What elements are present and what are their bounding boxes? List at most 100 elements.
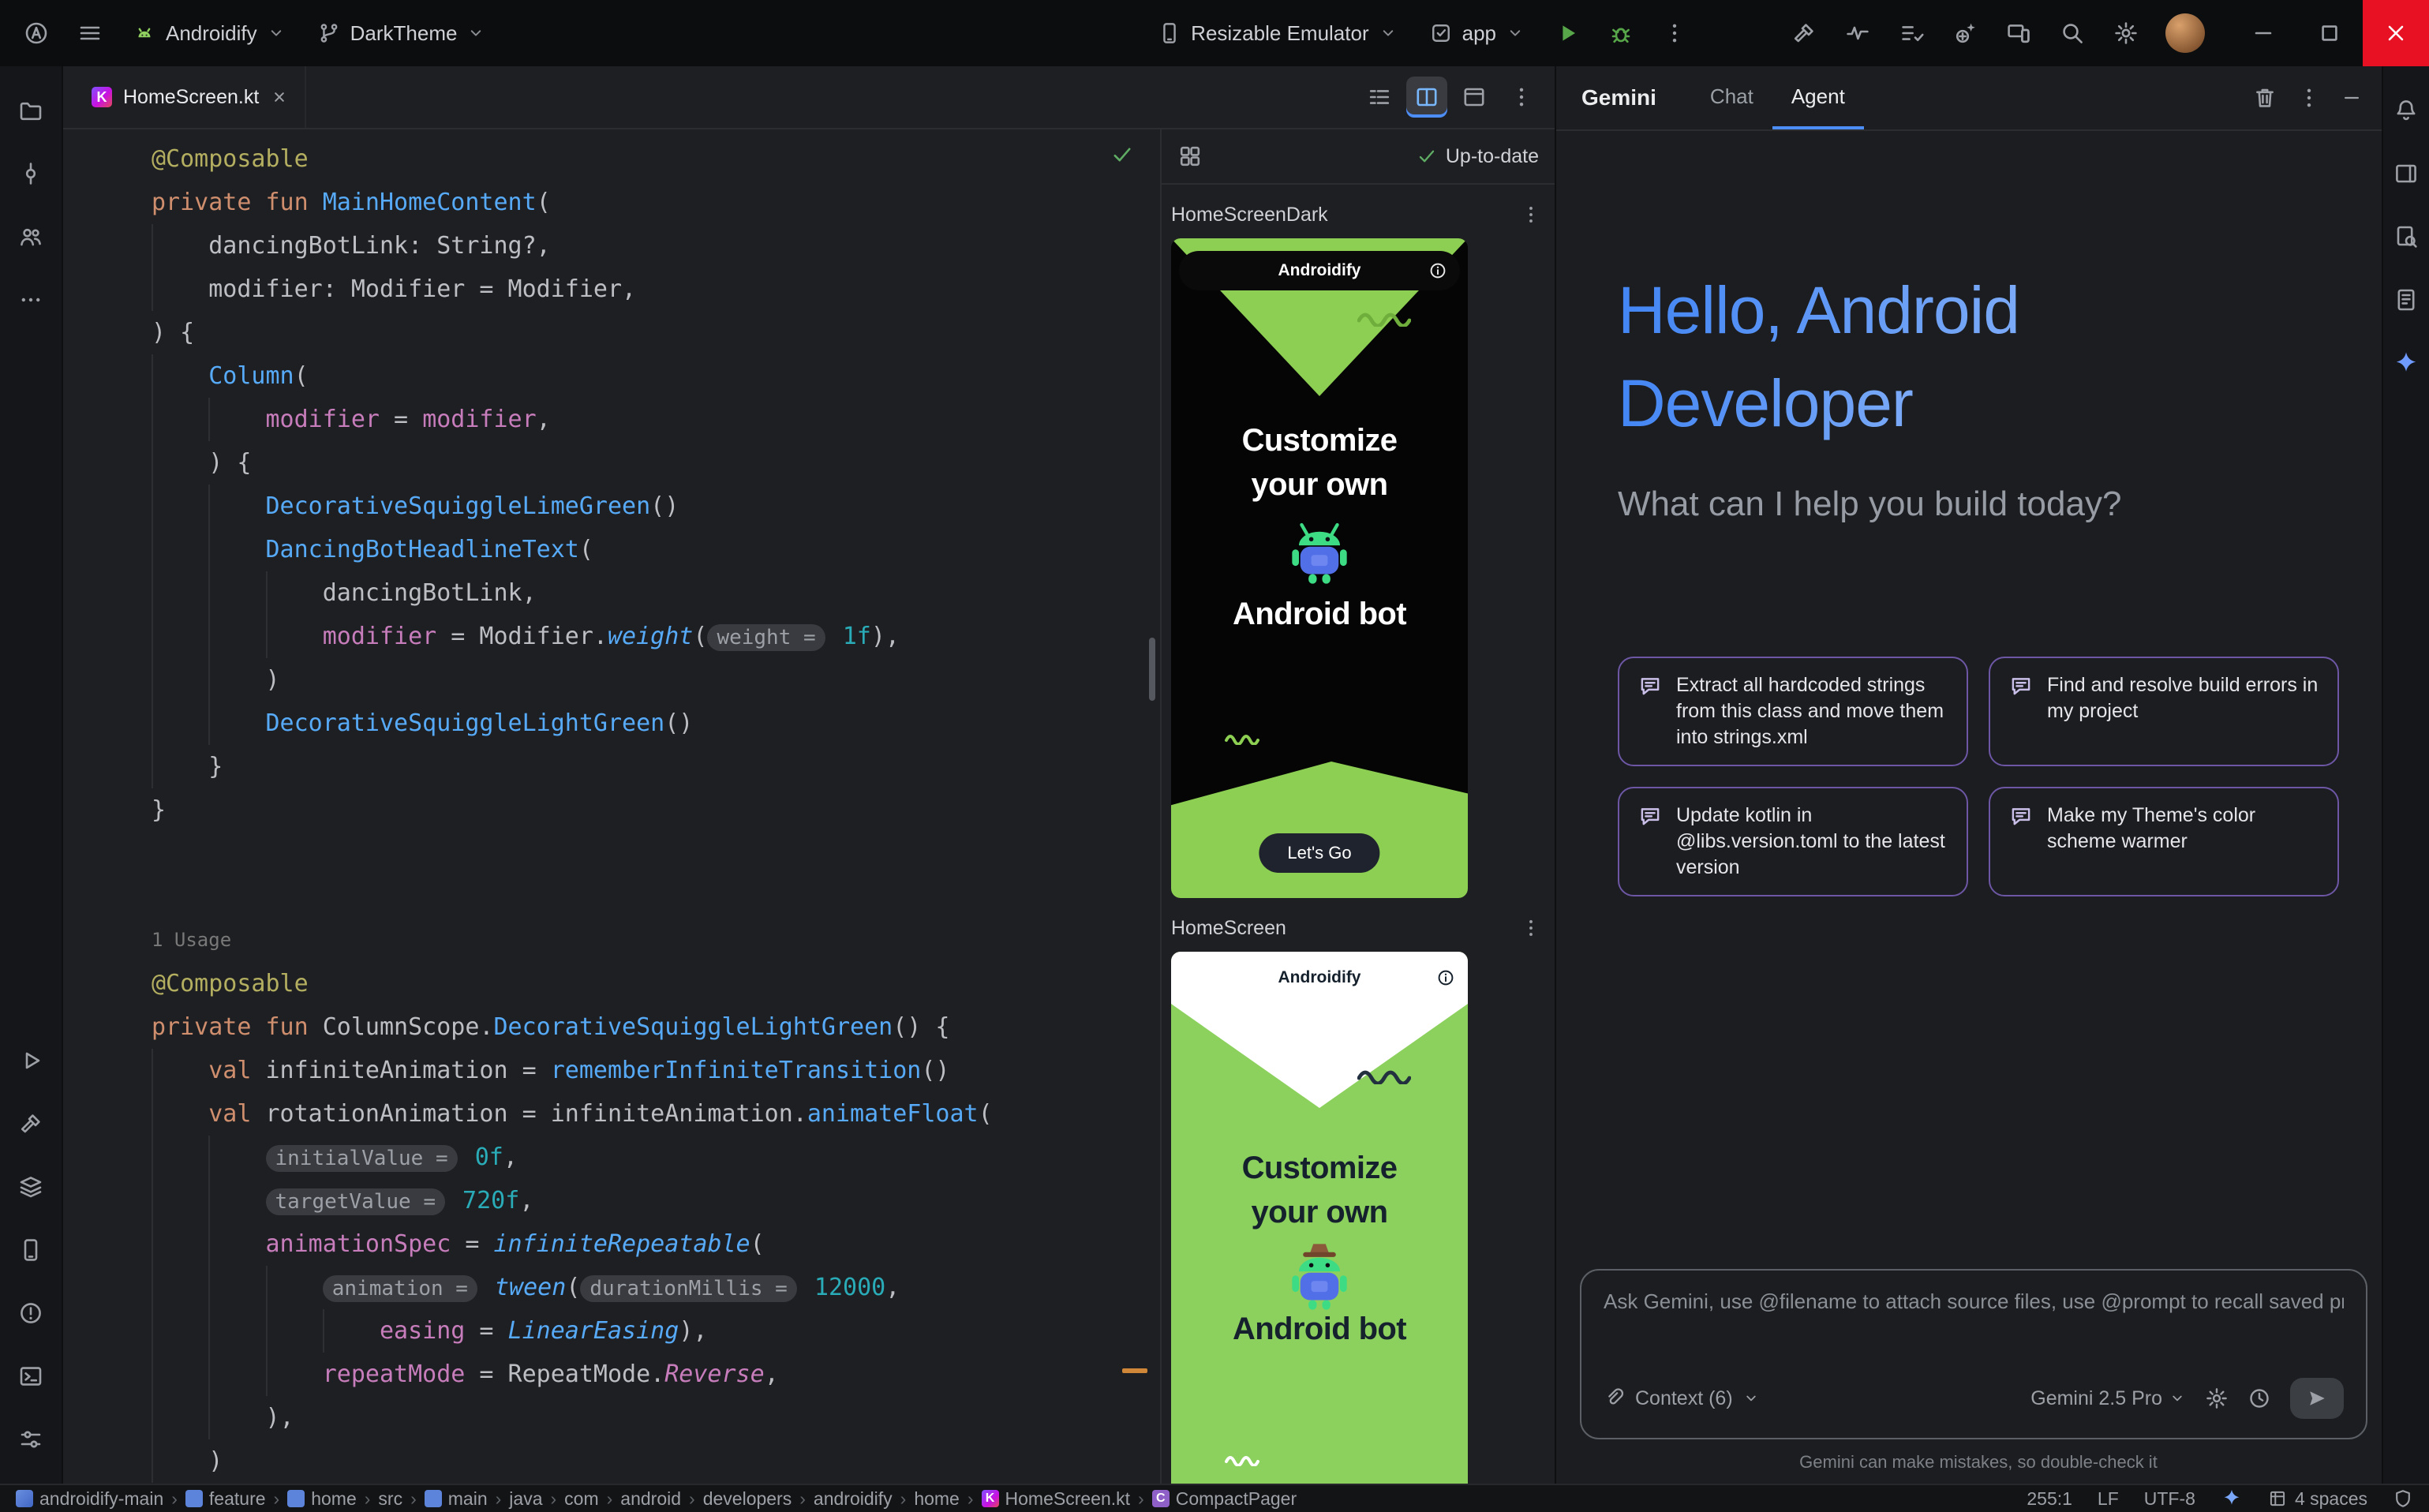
breadcrumb-item[interactable]: home — [914, 1488, 960, 1510]
code-editor[interactable]: @Composableprivate fun MainHomeContent( … — [63, 129, 1160, 1484]
todo-tasks-icon[interactable] — [1888, 9, 1935, 57]
split-view-icon[interactable] — [1406, 77, 1447, 118]
code-line[interactable]: animationSpec = infiniteRepeatable( — [152, 1222, 1160, 1266]
close-tab-icon[interactable] — [270, 88, 289, 107]
suggestion-card[interactable]: Extract all hardcoded strings from this … — [1618, 657, 1968, 766]
code-line[interactable]: animation = tween(durationMillis = 12000… — [152, 1266, 1160, 1309]
breadcrumb-item[interactable]: HomeScreen.kt — [982, 1488, 1131, 1510]
preview-gallery-icon[interactable] — [1177, 144, 1203, 169]
search-icon[interactable] — [2049, 9, 2096, 57]
preview-homescreen[interactable]: Androidify Customize your own — [1171, 952, 1468, 1484]
suggestion-card[interactable]: Find and resolve build errors in my proj… — [1989, 657, 2339, 766]
clear-chat-icon[interactable] — [2252, 85, 2277, 110]
run-configuration-selector[interactable]: app — [1417, 15, 1537, 52]
layout-inspector-icon[interactable] — [2384, 152, 2428, 196]
breadcrumb-item[interactable]: android — [620, 1488, 681, 1510]
preview-more-icon[interactable] — [1520, 917, 1542, 939]
terminal-icon[interactable] — [9, 1354, 53, 1398]
suggestion-card[interactable]: Make my Theme's color scheme warmer — [1989, 787, 2339, 896]
hide-panel-icon[interactable] — [2341, 87, 2363, 109]
notifications-bell-icon[interactable] — [2384, 88, 2428, 133]
code-line[interactable]: Column( — [152, 354, 1160, 398]
code-line[interactable]: modifier = Modifier.weight(weight = 1f), — [152, 615, 1160, 658]
resource-manager-icon[interactable] — [2384, 215, 2428, 259]
build-variants-icon[interactable] — [9, 1165, 53, 1209]
breadcrumb-item[interactable]: androidify-main — [16, 1488, 163, 1510]
prompt-settings-icon[interactable] — [2205, 1387, 2229, 1410]
context-chip[interactable]: Context (6) — [1604, 1387, 1760, 1410]
code-line[interactable]: DecorativeSquiggleLightGreen() — [152, 702, 1160, 745]
code-line[interactable]: 1 Usage — [152, 919, 1160, 962]
lets-go-button[interactable]: Let's Go — [1259, 833, 1379, 873]
line-ending[interactable]: LF — [2098, 1488, 2119, 1510]
code-line[interactable]: repeatMode = RepeatMode.Reverse, — [152, 1353, 1160, 1396]
collaborators-icon[interactable] — [9, 215, 53, 259]
window-close-button[interactable] — [2363, 0, 2429, 66]
breadcrumb-item[interactable]: com — [564, 1488, 598, 1510]
code-line[interactable]: DancingBotHeadlineText( — [152, 528, 1160, 571]
code-line[interactable]: @Composable — [152, 962, 1160, 1005]
user-avatar[interactable] — [2165, 13, 2205, 53]
settings-gear-icon[interactable] — [2102, 9, 2150, 57]
editor-scrollbar[interactable] — [1149, 638, 1155, 701]
file-encoding[interactable]: UTF-8 — [2144, 1488, 2195, 1510]
vcs-branch-selector[interactable]: DarkTheme — [305, 15, 499, 52]
preview-list[interactable]: HomeScreenDark Androidify — [1162, 185, 1555, 1484]
device-mirroring-icon[interactable] — [1995, 9, 2042, 57]
build-icon[interactable] — [1780, 9, 1828, 57]
code-line[interactable]: val infiniteAnimation = rememberInfinite… — [152, 1049, 1160, 1092]
run-tool-icon[interactable] — [9, 1039, 53, 1083]
window-minimize-button[interactable] — [2230, 0, 2296, 66]
indent-setting[interactable]: 4 spaces — [2268, 1488, 2367, 1510]
model-selector[interactable]: Gemini 2.5 Pro — [2030, 1387, 2186, 1410]
history-clock-icon[interactable] — [2247, 1387, 2271, 1410]
profiler-icon[interactable] — [1834, 9, 1881, 57]
problems-icon[interactable] — [9, 1291, 53, 1335]
app-insights-icon[interactable] — [2384, 278, 2428, 322]
project-folder-icon[interactable] — [9, 88, 53, 133]
more-actions-icon[interactable] — [1651, 9, 1698, 57]
design-view-icon[interactable] — [1454, 77, 1495, 118]
shield-icon[interactable] — [2393, 1488, 2413, 1509]
breadcrumb-item[interactable]: androidify — [814, 1488, 893, 1510]
code-line[interactable]: dancingBotLink, — [152, 571, 1160, 615]
code-line[interactable]: initialValue = 0f, — [152, 1136, 1160, 1179]
gemini-more-icon[interactable] — [2296, 85, 2322, 110]
code-line[interactable]: ) — [152, 658, 1160, 702]
gemini-prompt-input[interactable]: Ask Gemini, use @filename to attach sour… — [1580, 1269, 2367, 1439]
breadcrumb-item[interactable]: main — [425, 1488, 488, 1510]
code-line[interactable]: } — [152, 745, 1160, 788]
code-line[interactable]: dancingBotLink: String?, — [152, 224, 1160, 268]
code-line[interactable]: } — [152, 788, 1160, 832]
editor-tab-homescreen[interactable]: HomeScreen.kt — [76, 66, 306, 128]
code-line[interactable] — [152, 875, 1160, 919]
gemini-tab-chat[interactable]: Chat — [1691, 66, 1772, 129]
vcs-tool-icon[interactable] — [9, 1417, 53, 1461]
send-button[interactable] — [2290, 1378, 2344, 1419]
code-line[interactable]: ) { — [152, 441, 1160, 485]
debug-bug-icon[interactable] — [1597, 9, 1645, 57]
breadcrumb-item[interactable]: feature — [185, 1488, 266, 1510]
code-line[interactable]: ), — [152, 1396, 1160, 1439]
ai-spark-icon[interactable] — [2221, 1488, 2243, 1510]
code-line[interactable]: modifier = modifier, — [152, 398, 1160, 441]
preview-homescreendark[interactable]: Androidify Customize your own — [1171, 238, 1468, 898]
ai-assist-icon[interactable] — [1941, 9, 1989, 57]
code-line[interactable]: DecorativeSquiggleLimeGreen() — [152, 485, 1160, 528]
build-tool-icon[interactable] — [9, 1102, 53, 1146]
gemini-tab-agent[interactable]: Agent — [1772, 66, 1864, 129]
editor-more-icon[interactable] — [1501, 77, 1542, 118]
code-line[interactable]: easing = LinearEasing), — [152, 1309, 1160, 1353]
code-line[interactable]: targetValue = 720f, — [152, 1179, 1160, 1222]
code-line[interactable]: ) — [152, 1439, 1160, 1483]
device-selector[interactable]: Resizable Emulator — [1145, 15, 1409, 52]
preview-more-icon[interactable] — [1520, 204, 1542, 226]
code-line[interactable]: private fun MainHomeContent( — [152, 181, 1160, 224]
code-line[interactable]: @Composable — [152, 137, 1160, 181]
breadcrumb-item[interactable]: src — [378, 1488, 402, 1510]
breadcrumb-item[interactable]: CompactPager — [1152, 1488, 1297, 1510]
code-line[interactable] — [152, 832, 1160, 875]
code-line[interactable]: ) { — [152, 311, 1160, 354]
code-line[interactable]: val rotationAnimation = infiniteAnimatio… — [152, 1092, 1160, 1136]
gemini-star-icon[interactable] — [2384, 341, 2428, 385]
